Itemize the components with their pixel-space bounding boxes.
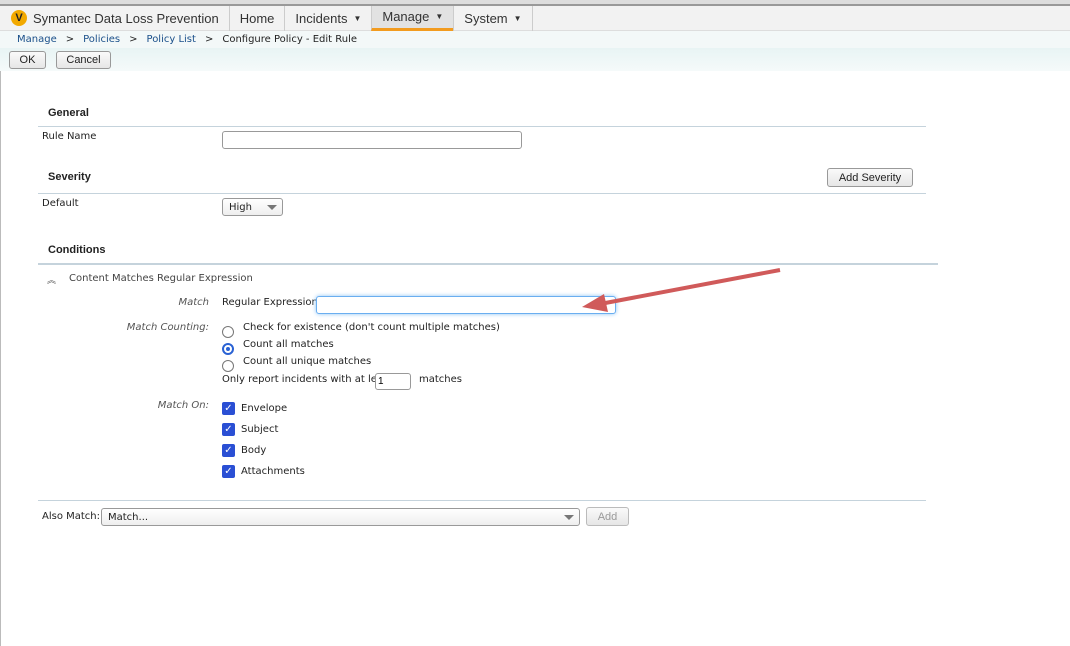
- general-heading: General: [48, 107, 89, 119]
- condition-title: Content Matches Regular Expression: [69, 273, 253, 284]
- severity-heading: Severity: [48, 171, 91, 183]
- envelope-checkbox[interactable]: ✓: [222, 402, 235, 415]
- match-on-label: Match On:: [157, 400, 209, 411]
- chevron-down-icon: [267, 205, 277, 210]
- collapse-icon[interactable]: ︽: [47, 273, 56, 286]
- default-severity-label: Default: [42, 198, 79, 209]
- body-label: Body: [241, 445, 267, 456]
- divider: [38, 193, 926, 194]
- nav-home-label: Home: [239, 10, 275, 26]
- min-matches-suffix: matches: [419, 374, 462, 385]
- attachments-checkbox[interactable]: ✓: [222, 465, 235, 478]
- breadcrumb-current: Configure Policy - Edit Rule: [222, 34, 358, 45]
- breadcrumb-policies[interactable]: Policies: [83, 34, 120, 45]
- breadcrumb-separator: >: [65, 34, 75, 45]
- add-severity-button[interactable]: Add Severity: [827, 168, 913, 187]
- cancel-button[interactable]: Cancel: [56, 51, 111, 69]
- chevron-down-icon: [564, 515, 574, 520]
- breadcrumb-separator: >: [129, 34, 138, 45]
- radio-count-all-label: Count all matches: [243, 339, 334, 350]
- nav-incidents-label: Incidents: [295, 10, 348, 26]
- nav-home[interactable]: Home: [228, 5, 285, 31]
- rule-name-label: Rule Name: [42, 131, 97, 142]
- body-checkbox[interactable]: ✓: [222, 444, 235, 457]
- symantec-logo-icon: V: [11, 10, 27, 26]
- severity-select-value: High: [229, 201, 252, 213]
- breadcrumb: Manage > Policies > Policy List > Configure…: [0, 31, 1070, 48]
- also-match-value: Match...: [108, 511, 149, 523]
- match-counting-label: Match Counting:: [126, 322, 209, 333]
- radio-existence[interactable]: [222, 326, 234, 338]
- breadcrumb-separator: >: [204, 34, 214, 45]
- ok-button[interactable]: OK: [9, 51, 46, 69]
- also-match-label: Also Match:: [42, 511, 101, 522]
- top-nav: V Symantec Data Loss Prevention Home Inc…: [0, 5, 1070, 31]
- also-match-select[interactable]: Match...: [101, 508, 580, 526]
- divider: [38, 126, 926, 127]
- toolbar: OK Cancel: [0, 48, 1070, 71]
- subject-label: Subject: [241, 424, 279, 435]
- match-label: Match: [178, 297, 209, 308]
- subject-checkbox[interactable]: ✓: [222, 423, 235, 436]
- caret-down-icon: ▼: [513, 13, 522, 23]
- conditions-heading: Conditions: [48, 244, 106, 256]
- divider: [38, 500, 926, 501]
- min-matches-prefix: Only report incidents with at least: [222, 374, 393, 385]
- rule-name-input[interactable]: [222, 131, 522, 149]
- breadcrumb-policy-list[interactable]: Policy List: [147, 34, 196, 45]
- nav-system[interactable]: System ▼: [453, 5, 533, 31]
- radio-count-unique[interactable]: [222, 360, 234, 372]
- attachments-label: Attachments: [241, 466, 305, 477]
- app-title: Symantec Data Loss Prevention: [33, 10, 219, 26]
- annotation-arrow: [582, 268, 781, 312]
- nav-system-label: System: [464, 10, 508, 26]
- regex-label: Regular Expression:: [222, 297, 322, 308]
- caret-down-icon: ▼: [435, 12, 444, 21]
- add-button[interactable]: Add: [586, 507, 629, 526]
- caret-down-icon: ▼: [353, 13, 362, 23]
- nav-manage-label: Manage: [382, 9, 430, 24]
- radio-existence-label: Check for existence (don't count multipl…: [243, 322, 500, 333]
- left-border: [0, 71, 1, 646]
- radio-count-all[interactable]: [222, 343, 234, 355]
- nav-manage[interactable]: Manage ▼: [371, 5, 454, 31]
- radio-count-unique-label: Count all unique matches: [243, 356, 372, 367]
- breadcrumb-manage[interactable]: Manage: [17, 34, 57, 45]
- severity-select[interactable]: High: [222, 198, 283, 216]
- envelope-label: Envelope: [241, 403, 288, 414]
- nav-incidents[interactable]: Incidents ▼: [284, 5, 371, 31]
- divider: [38, 263, 938, 265]
- min-matches-input[interactable]: [375, 373, 411, 390]
